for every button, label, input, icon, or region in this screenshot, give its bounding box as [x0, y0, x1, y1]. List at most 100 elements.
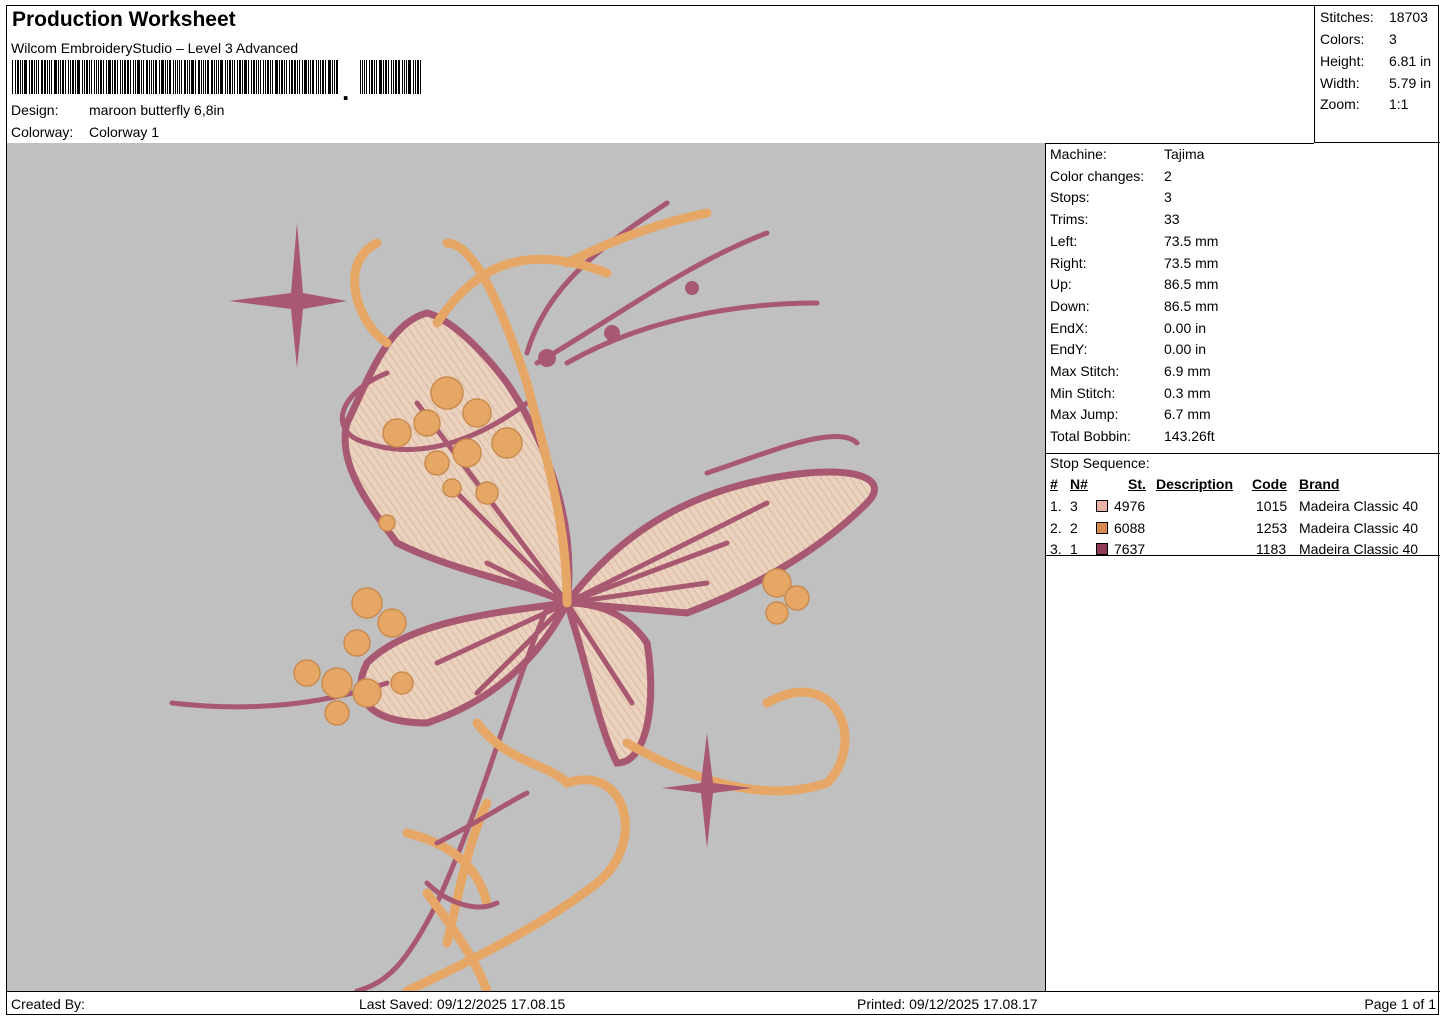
info-label: EndX:: [1050, 319, 1089, 336]
col-header-n: N#: [1070, 476, 1088, 492]
info-label: Up:: [1050, 276, 1072, 293]
worksheet-header: Production Worksheet Wilcom EmbroiderySt…: [7, 6, 1314, 144]
info-label: Color changes:: [1050, 167, 1145, 184]
stat-value: 1:1: [1389, 96, 1409, 112]
info-value: 0.3 mm: [1164, 384, 1211, 401]
machine-info-row: Max Stitch: 6.9 mm: [1050, 363, 1211, 379]
info-value: 2: [1164, 167, 1172, 184]
info-value: Tajima: [1164, 146, 1205, 162]
info-value: 73.5 mm: [1164, 254, 1219, 271]
col-header-st: St.: [1128, 476, 1146, 492]
stat-label: Stitches:: [1320, 9, 1374, 25]
svg-text:,: ,: [342, 76, 349, 100]
machine-info-row: Machine: Tajima: [1050, 146, 1204, 162]
info-value: 73.5 mm: [1164, 232, 1219, 249]
col-header-brand: Brand: [1299, 476, 1340, 492]
page-title: Production Worksheet: [12, 8, 236, 31]
software-name: Wilcom EmbroideryStudio – Level 3 Advanc…: [11, 40, 299, 56]
info-label: Down:: [1050, 297, 1090, 314]
stat-value: 6.81 in: [1389, 53, 1432, 69]
info-label: EndY:: [1050, 341, 1088, 358]
machine-info-row: Color changes: 2: [1050, 168, 1172, 184]
machine-info-row: Max Jump: 6.7 mm: [1050, 406, 1211, 422]
worksheet-footer: Created By: Last Saved: 09/12/2025 17.08…: [7, 991, 1440, 1015]
stat-height: Height: 6.81 in: [1320, 53, 1431, 69]
machine-info-row: Min Stitch: 0.3 mm: [1050, 385, 1211, 401]
machine-info-row: Right: 73.5 mm: [1050, 255, 1218, 271]
info-label: Max Stitch:: [1050, 363, 1120, 379]
machine-info-row: Trims: 33: [1050, 211, 1180, 227]
printed-date: Printed: 09/12/2025 17.08.17: [857, 996, 1038, 1012]
seq-num: 2.: [1050, 519, 1062, 536]
info-value: 86.5 mm: [1164, 297, 1219, 314]
stat-label: Colors:: [1320, 31, 1365, 47]
seq-code: 1015: [1256, 498, 1288, 514]
color-swatch: [1096, 543, 1108, 555]
stat-value: 5.79 in: [1389, 75, 1432, 91]
production-worksheet: Production Worksheet Wilcom EmbroiderySt…: [6, 5, 1440, 1015]
info-label: Total Bobbin:: [1050, 428, 1131, 445]
stat-zoom: Zoom: 1:1: [1320, 96, 1408, 112]
stat-value: 3: [1389, 31, 1397, 47]
seq-stitches: 6088: [1114, 519, 1146, 536]
info-label: Max Jump:: [1050, 406, 1119, 423]
info-label: Trims:: [1050, 211, 1089, 228]
color-swatch: [1096, 521, 1108, 534]
divider: [1046, 453, 1440, 454]
stat-width: Width: 5.79 in: [1320, 75, 1431, 91]
design-preview: [7, 143, 1046, 991]
seq-needle: 2: [1070, 519, 1078, 536]
info-value: 3: [1164, 189, 1172, 206]
machine-info-row: Total Bobbin: 143.26ft: [1050, 428, 1215, 444]
info-label: Machine:: [1050, 146, 1107, 162]
divider: [1046, 555, 1440, 556]
machine-info-row: Left: 73.5 mm: [1050, 233, 1218, 249]
colorway-row: Colorway: Colorway 1: [11, 124, 159, 140]
stat-colors: Colors: 3: [1320, 31, 1397, 47]
butterfly-embroidery-image: [169, 200, 878, 991]
design-label: Design:: [11, 102, 59, 118]
info-value: 33: [1164, 211, 1180, 228]
seq-brand: Madeira Classic 40: [1299, 498, 1419, 514]
stat-stitches: Stitches: 18703: [1320, 9, 1428, 25]
info-value: 0.00 in: [1164, 341, 1207, 358]
machine-info-row: Up: 86.5 mm: [1050, 276, 1218, 292]
info-label: Left:: [1050, 232, 1078, 249]
seq-needle: 3: [1070, 498, 1078, 514]
stat-value: 18703: [1389, 9, 1428, 25]
seq-brand: Madeira Classic 40: [1299, 519, 1419, 536]
seq-stitches: 4976: [1114, 498, 1146, 514]
machine-info-row: EndY: 0.00 in: [1050, 341, 1206, 357]
colorway-label: Colorway:: [11, 124, 74, 140]
info-value: 0.00 in: [1164, 319, 1207, 336]
stat-label: Height:: [1320, 53, 1365, 69]
page-number: Page 1 of 1: [1364, 996, 1436, 1012]
info-value: 6.9 mm: [1164, 363, 1211, 379]
color-swatch: [1096, 500, 1108, 512]
info-value: 143.26ft: [1164, 428, 1215, 445]
machine-info-row: EndX: 0.00 in: [1050, 320, 1206, 336]
stop-sequence-title: Stop Sequence:: [1050, 455, 1150, 471]
colorway-value: Colorway 1: [89, 124, 160, 140]
seq-num: 1.: [1050, 498, 1062, 514]
last-saved: Last Saved: 09/12/2025 17.08.15: [359, 996, 566, 1012]
design-stats: Stitches: 18703 Colors: 3 Height: 6.81 in W…: [1314, 6, 1440, 143]
col-header-num: #: [1050, 476, 1058, 492]
design-row: Design: maroon butterfly 6,8in: [11, 102, 224, 118]
barcode-icon: ,: [12, 60, 421, 100]
design-value: maroon butterfly 6,8in: [89, 102, 225, 118]
info-value: 6.7 mm: [1164, 406, 1211, 423]
col-header-code: Code: [1252, 476, 1287, 492]
col-header-description: Description: [1156, 476, 1234, 492]
seq-code: 1253: [1256, 519, 1288, 536]
machine-info-panel: Machine: Tajima Color changes: 2 Stops: 3 Trim…: [1046, 143, 1440, 991]
machine-info-row: Stops: 3: [1050, 189, 1172, 205]
info-label: Right:: [1050, 254, 1087, 271]
machine-info-row: Down: 86.5 mm: [1050, 298, 1218, 314]
stat-label: Width:: [1320, 75, 1360, 91]
stat-label: Zoom:: [1320, 96, 1360, 112]
info-label: Stops:: [1050, 189, 1090, 206]
info-label: Min Stitch:: [1050, 384, 1116, 401]
info-value: 86.5 mm: [1164, 276, 1219, 293]
created-by: Created By:: [11, 996, 85, 1012]
